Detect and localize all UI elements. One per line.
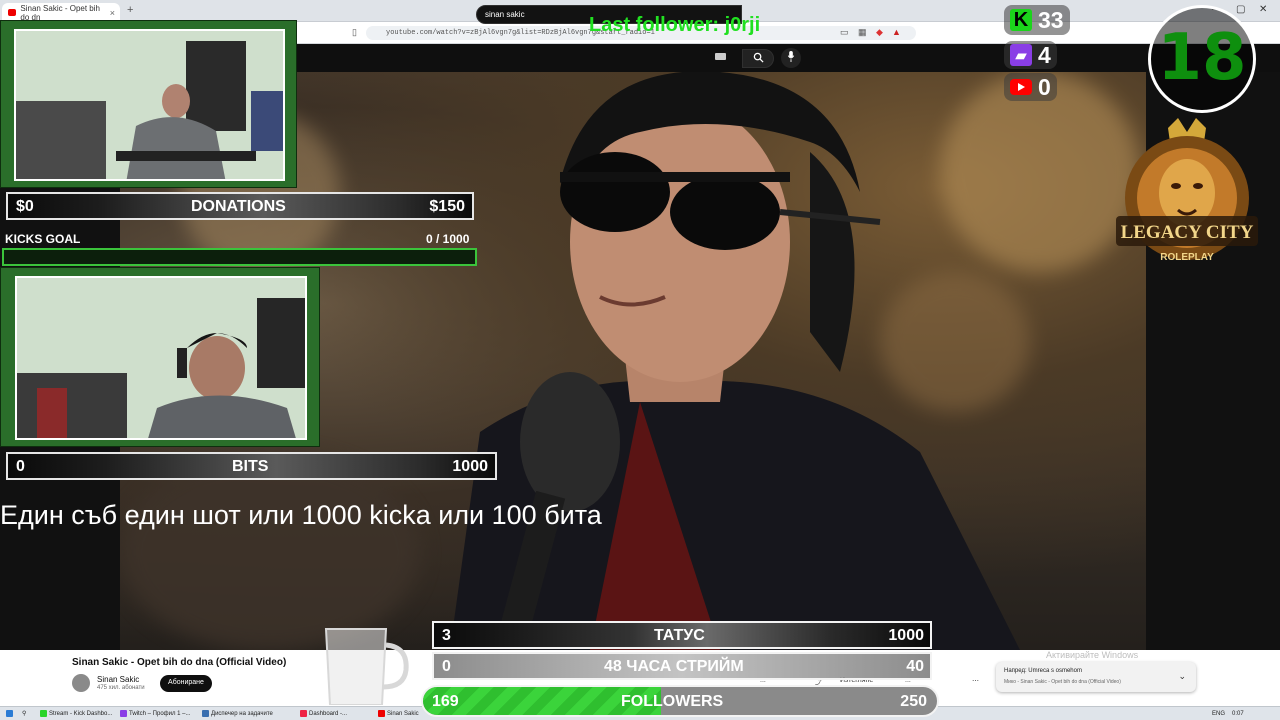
followers-current: 169 xyxy=(432,693,459,710)
search-button[interactable] xyxy=(742,49,774,68)
channel-avatar[interactable] xyxy=(72,674,90,692)
maximize-icon[interactable]: ▢ xyxy=(1236,4,1245,15)
donations-label: DONATIONS xyxy=(191,198,286,215)
keyboard-icon[interactable] xyxy=(715,53,726,60)
donations-bar: $0 DONATIONS $150 xyxy=(6,192,474,220)
chevron-down-icon[interactable]: ⌄ xyxy=(1178,671,1186,682)
close-tab-icon[interactable]: × xyxy=(110,8,115,18)
kick-logo-icon: K xyxy=(1010,9,1032,31)
tattoo-max: 1000 xyxy=(888,627,924,644)
donations-max: $150 xyxy=(429,198,465,215)
video-title: Sinan Sakic - Opet bih do dna (Official … xyxy=(72,657,287,668)
stream48-max: 40 xyxy=(906,658,924,675)
followers-goal-bar: 169 FOLLOWERS 250 xyxy=(421,685,939,717)
cast-icon[interactable]: ▭ xyxy=(840,27,850,37)
logo-title: LEGACY CITY xyxy=(1121,222,1254,243)
twitch-count: 4 xyxy=(1038,41,1051,68)
voice-search-button[interactable] xyxy=(781,48,801,68)
webcam-frame-top xyxy=(0,20,297,188)
taskbar-item[interactable]: Twitch – Профил 1 –... xyxy=(120,708,190,719)
kicks-goal-value: 0 / 1000 xyxy=(426,232,470,246)
taskbar-item[interactable]: Dashboard -... xyxy=(300,708,347,719)
stream-48h-bar: 0 48 ЧАСА СТРИЙМ 40 xyxy=(432,652,932,680)
bits-label: BITS xyxy=(232,458,269,475)
channel-subscribers: 475 хил. абонати xyxy=(97,685,145,691)
up-next-title: Напред: Umreca s osmehom xyxy=(1004,668,1082,674)
webcam-frame-bottom xyxy=(0,267,320,447)
up-next-notification[interactable]: Напред: Umreca s osmehom Мико - Sinan Sa… xyxy=(996,662,1196,692)
windows-activation-title: Активирайте Windows xyxy=(1046,650,1139,660)
search-icon xyxy=(753,52,764,63)
twitch-logo-icon: ▰ xyxy=(1010,44,1032,66)
youtube-logo-icon xyxy=(1010,79,1032,95)
extension-icon[interactable]: ▦ xyxy=(858,27,868,37)
channel-name[interactable]: Sinan Sakic xyxy=(97,675,139,684)
followers-label: FOLLOWERS xyxy=(621,693,724,710)
youtube-favicon-icon xyxy=(8,9,17,16)
legacy-city-logo: LEGACY CITY ROLEPLAY xyxy=(1116,118,1258,263)
tattoo-current: 3 xyxy=(442,627,451,644)
more-options-icon[interactable]: ⋯ xyxy=(972,677,979,685)
followers-max: 250 xyxy=(900,693,927,710)
screen: { "browser": { "tab_title": "Sinan Sakic… xyxy=(0,0,1280,720)
beer-glass-icon xyxy=(324,628,409,705)
windows-start-icon[interactable] xyxy=(6,708,13,719)
last-follower: Last follower: j0rji xyxy=(589,14,761,36)
age-rating-badge: 18 xyxy=(1148,5,1256,113)
taskbar-item[interactable]: Диспечер на задачите xyxy=(202,708,273,719)
youtube-count: 0 xyxy=(1038,73,1051,100)
mic-icon xyxy=(787,51,795,62)
subscribe-button[interactable]: Абониране xyxy=(160,675,212,692)
taskbar-item[interactable]: Stream - Kick Dashbo... xyxy=(40,708,112,719)
youtube-counter: 0 xyxy=(1004,73,1057,101)
kick-counter: K 33 xyxy=(1004,5,1070,35)
tab-title: Sinan Sakic - Opet bih do dn xyxy=(20,3,100,22)
goal-text: Един съб един шот или 1000 kicka или 100… xyxy=(0,500,602,530)
clock[interactable]: 0:07 xyxy=(1232,708,1244,719)
stream48-label: 48 ЧАСА СТРИЙМ xyxy=(604,658,744,675)
kick-count: 33 xyxy=(1038,6,1064,33)
twitch-counter: ▰ 4 xyxy=(1004,41,1057,69)
up-next-subtitle: Мико - Sinan Sakic - Opet bih do dna (Of… xyxy=(1004,679,1121,685)
close-window-icon[interactable]: ✕ xyxy=(1259,4,1267,15)
alert-icon[interactable]: ▲ xyxy=(892,27,902,37)
bits-bar: 0 BITS 1000 xyxy=(6,452,497,480)
bits-min: 0 xyxy=(16,458,25,475)
webcam-feed-top xyxy=(14,29,285,181)
tattoo-goal-bar: 3 ТАТУС 1000 xyxy=(432,621,932,649)
tattoo-label: ТАТУС xyxy=(654,627,705,644)
logo-subtitle: ROLEPLAY xyxy=(1160,252,1214,263)
search-value: sinan sakic xyxy=(485,10,525,19)
bits-max: 1000 xyxy=(452,458,488,475)
kicks-goal-label: KICKS GOAL xyxy=(5,232,81,246)
kicks-goal-progress xyxy=(2,248,477,266)
new-tab-button[interactable]: + xyxy=(127,4,133,16)
stream48-current: 0 xyxy=(442,658,451,675)
webcam-feed-bottom xyxy=(15,276,307,440)
taskbar-item[interactable]: Sinan Sakic xyxy=(378,708,419,719)
donations-min: $0 xyxy=(16,198,34,215)
language-indicator[interactable]: ENG xyxy=(1212,708,1225,719)
taskbar-search-icon[interactable]: ⚲ xyxy=(22,708,26,719)
shield-icon[interactable]: ◆ xyxy=(876,27,886,37)
bookmark-icon[interactable]: ▯ xyxy=(352,27,362,37)
